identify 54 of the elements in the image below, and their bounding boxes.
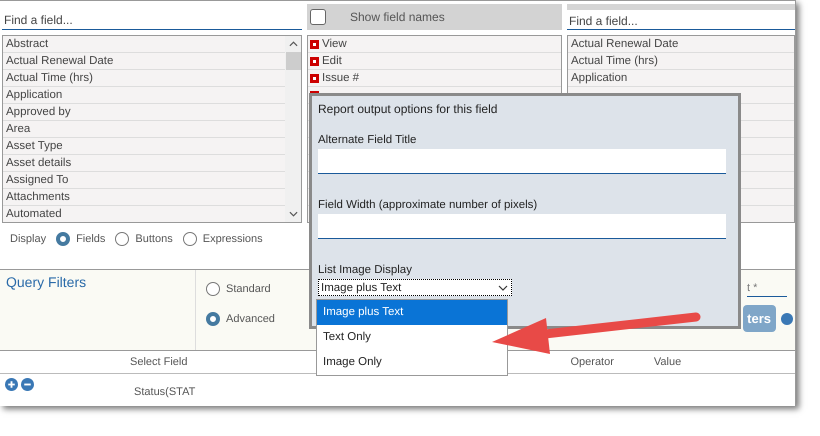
column-header: Value — [654, 356, 682, 368]
radio-label: Expressions — [202, 233, 263, 245]
radio-label: Buttons — [135, 233, 173, 245]
dropdown-select[interactable]: Image plus Text — [318, 279, 512, 296]
radio-button[interactable] — [182, 232, 197, 246]
chevron-up-icon[interactable] — [288, 41, 298, 47]
display-label: Display — [10, 233, 46, 245]
radio-button[interactable] — [115, 232, 130, 246]
list-item[interactable]: Issue # — [322, 70, 360, 86]
input-field[interactable]: t * — [747, 280, 787, 297]
radio-button[interactable] — [56, 232, 70, 246]
list-item[interactable]: Abstract — [3, 36, 285, 53]
input-field[interactable] — [318, 214, 726, 239]
plus-icon[interactable] — [5, 378, 18, 391]
radio-label: Standard — [226, 283, 271, 295]
checkbox-label: Show field names — [350, 10, 445, 24]
popup-title: Report output options for this field — [318, 102, 498, 116]
radio-button[interactable] — [206, 282, 220, 296]
list-item[interactable]: Actual Time (hrs) — [568, 53, 794, 70]
list-item[interactable]: View — [322, 36, 347, 52]
list-item[interactable]: Application — [3, 87, 285, 104]
list-item[interactable]: Application — [568, 70, 794, 87]
column-header: Select Field — [130, 356, 188, 368]
minus-icon[interactable] — [21, 378, 34, 391]
list-item[interactable]: Edit — [322, 53, 342, 69]
radio-label: Advanced — [226, 313, 275, 325]
list-item[interactable]: Area — [3, 121, 285, 138]
list-item[interactable]: Approved by — [3, 104, 285, 121]
checkbox[interactable] — [310, 9, 326, 25]
field-dropdown[interactable]: Status(STAT — [134, 378, 196, 398]
chevron-down-icon[interactable] — [288, 211, 298, 217]
list-item[interactable]: Assigned To — [3, 172, 285, 189]
input-field[interactable] — [318, 149, 726, 174]
list-item[interactable]: Automated — [3, 206, 285, 222]
list-item[interactable]: Actual Time (hrs) — [3, 70, 285, 87]
list-item[interactable]: Attachments — [3, 189, 285, 206]
scrollbar-thumb[interactable] — [286, 52, 300, 70]
radio-button[interactable] — [206, 312, 220, 326]
field-label: List Image Display — [318, 264, 413, 276]
column-header: Operator — [570, 356, 614, 368]
section-title: Query Filters — [6, 274, 86, 290]
scrollbar[interactable] — [285, 36, 301, 222]
radio-label: Fields — [76, 233, 106, 245]
list-item[interactable]: Asset details — [3, 155, 285, 172]
field-label: Alternate Field Title — [318, 134, 418, 146]
field-label: Field Width (approximate number of pixels) — [318, 199, 538, 211]
list-item[interactable]: Actual Renewal Date — [3, 53, 285, 70]
dropdown-option[interactable]: Image Only — [317, 350, 507, 375]
caret-icon — [498, 284, 508, 290]
dropdown-option[interactable]: Text Only — [317, 325, 507, 350]
dropdown-option[interactable]: Image plus Text — [317, 300, 507, 325]
list-item[interactable]: Asset Type — [3, 138, 285, 155]
help-icon[interactable] — [781, 312, 793, 324]
list-item[interactable]: Actual Renewal Date — [568, 36, 794, 53]
